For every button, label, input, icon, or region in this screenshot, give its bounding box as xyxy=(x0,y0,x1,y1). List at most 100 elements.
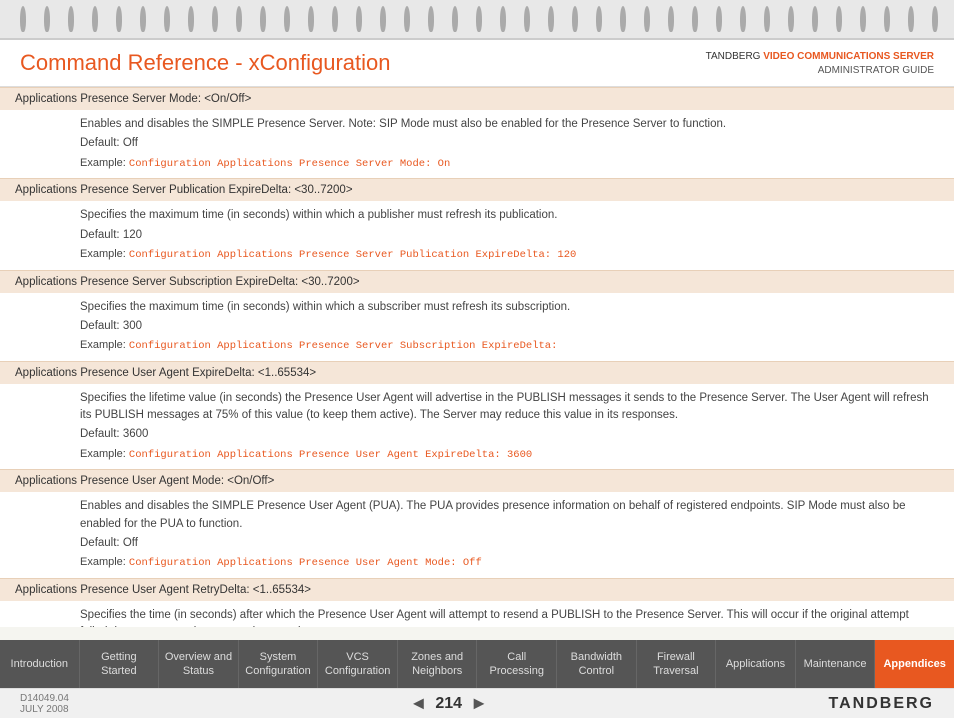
section-body-s1: Enables and disables the SIMPLE Presence… xyxy=(0,110,954,178)
brand-tandberg: TANDBERG xyxy=(706,51,764,62)
section-header-s5: Applications Presence User Agent Mode: <… xyxy=(0,469,954,492)
spiral-ring xyxy=(476,6,482,32)
next-arrow[interactable]: ► xyxy=(470,693,488,714)
spiral-ring xyxy=(428,6,434,32)
section-example: Example: Configuration Applications Pres… xyxy=(80,337,939,355)
page-header: Command Reference - xConfiguration TANDB… xyxy=(0,40,954,87)
nav-tab-applications[interactable]: Applications xyxy=(716,640,796,688)
section-example-code: Configuration Applications Presence Serv… xyxy=(129,340,557,352)
nav-tab-appendices[interactable]: Appendices xyxy=(875,640,954,688)
nav-tab-vcs-config[interactable]: VCS Configuration xyxy=(318,640,398,688)
spiral-ring xyxy=(212,6,218,32)
nav-tab-overview-status[interactable]: Overview and Status xyxy=(159,640,239,688)
spiral-ring xyxy=(500,6,506,32)
spiral-ring xyxy=(308,6,314,32)
footer-pagination: ◄ 214 ► xyxy=(410,693,488,714)
nav-tab-system-config[interactable]: System Configuration xyxy=(239,640,319,688)
nav-tab-zones-neighbors[interactable]: Zones and Neighbors xyxy=(398,640,478,688)
spiral-ring xyxy=(188,6,194,32)
spiral-ring xyxy=(236,6,242,32)
spiral-ring xyxy=(164,6,170,32)
nav-tab-getting-started[interactable]: Getting Started xyxy=(80,640,160,688)
main-content: Applications Presence Server Mode: <On/O… xyxy=(0,87,954,627)
section-example: Example: Configuration Applications Pres… xyxy=(80,446,939,464)
section-example-code: Configuration Applications Presence Serv… xyxy=(129,249,576,261)
prev-arrow[interactable]: ◄ xyxy=(410,693,428,714)
nav-tabs: IntroductionGetting StartedOverview and … xyxy=(0,640,954,688)
spiral-ring xyxy=(44,6,50,32)
spiral-ring xyxy=(332,6,338,32)
spiral-ring xyxy=(452,6,458,32)
spiral-ring xyxy=(284,6,290,32)
spiral-ring xyxy=(836,6,842,32)
footer-brand: TANDBERG xyxy=(829,695,934,713)
section-example-code: Configuration Applications Presence User… xyxy=(129,557,482,569)
spiral-ring xyxy=(116,6,122,32)
spiral-ring xyxy=(68,6,74,32)
nav-tab-maintenance[interactable]: Maintenance xyxy=(796,640,876,688)
section-description: Specifies the lifetime value (in seconds… xyxy=(80,390,939,425)
section-description: Specifies the maximum time (in seconds) … xyxy=(80,207,939,224)
spiral-ring xyxy=(668,6,674,32)
spiral-ring xyxy=(764,6,770,32)
spiral-ring xyxy=(524,6,530,32)
spiral-ring xyxy=(140,6,146,32)
section-body-s6: Specifies the time (in seconds) after wh… xyxy=(0,601,954,627)
spiral-ring xyxy=(92,6,98,32)
spiral-ring xyxy=(644,6,650,32)
section-example-code: Configuration Applications Presence Serv… xyxy=(129,158,450,170)
brand-line2: ADMINISTRATOR GUIDE xyxy=(706,64,934,78)
spiral-ring xyxy=(404,6,410,32)
spiral-ring xyxy=(812,6,818,32)
spiral-ring xyxy=(932,6,938,32)
section-header-s6: Applications Presence User Agent RetryDe… xyxy=(0,578,954,601)
brand-line1: TANDBERG VIDEO COMMUNICATIONS SERVER xyxy=(706,50,934,64)
spiral-ring xyxy=(572,6,578,32)
footer-doc-info: D14049.04 JULY 2008 xyxy=(20,693,69,715)
spiral-ring xyxy=(716,6,722,32)
section-description: Specifies the maximum time (in seconds) … xyxy=(80,299,939,316)
section-header-s3: Applications Presence Server Subscriptio… xyxy=(0,270,954,293)
footer-doc-id: D14049.04 xyxy=(20,693,69,704)
section-example-code: Configuration Applications Presence User… xyxy=(129,449,532,461)
page-number: 214 xyxy=(435,695,462,713)
page-footer: D14049.04 JULY 2008 ◄ 214 ► TANDBERG xyxy=(0,688,954,718)
spiral-ring xyxy=(740,6,746,32)
section-description: Specifies the time (in seconds) after wh… xyxy=(80,607,939,627)
section-header-s4: Applications Presence User Agent ExpireD… xyxy=(0,361,954,384)
spiral-ring xyxy=(20,6,26,32)
section-header-s2: Applications Presence Server Publication… xyxy=(0,178,954,201)
spiral-ring xyxy=(548,6,554,32)
section-default: Default: 300 xyxy=(80,318,939,335)
bottom-navigation: IntroductionGetting StartedOverview and … xyxy=(0,640,954,688)
nav-tab-bandwidth-control[interactable]: Bandwidth Control xyxy=(557,640,637,688)
section-body-s5: Enables and disables the SIMPLE Presence… xyxy=(0,492,954,578)
section-body-s2: Specifies the maximum time (in seconds) … xyxy=(0,201,954,269)
spiral-ring xyxy=(596,6,602,32)
page-title: Command Reference - xConfiguration xyxy=(20,50,391,76)
brand-highlight: VIDEO COMMUNICATIONS SERVER xyxy=(763,51,934,62)
section-example: Example: Configuration Applications Pres… xyxy=(80,246,939,264)
spiral-ring xyxy=(908,6,914,32)
spiral-ring xyxy=(260,6,266,32)
spiral-ring xyxy=(692,6,698,32)
section-default: Default: 120 xyxy=(80,227,939,244)
nav-tab-call-processing[interactable]: Call Processing xyxy=(477,640,557,688)
spiral-ring xyxy=(356,6,362,32)
section-default: Default: Off xyxy=(80,135,939,152)
spiral-ring xyxy=(620,6,626,32)
section-description: Enables and disables the SIMPLE Presence… xyxy=(80,498,939,533)
section-example: Example: Configuration Applications Pres… xyxy=(80,155,939,173)
section-description: Enables and disables the SIMPLE Presence… xyxy=(80,116,939,133)
nav-tab-firewall-traversal[interactable]: Firewall Traversal xyxy=(637,640,717,688)
section-default: Default: Off xyxy=(80,535,939,552)
footer-date: JULY 2008 xyxy=(20,704,69,715)
nav-tab-introduction[interactable]: Introduction xyxy=(0,640,80,688)
section-body-s3: Specifies the maximum time (in seconds) … xyxy=(0,293,954,361)
section-body-s4: Specifies the lifetime value (in seconds… xyxy=(0,384,954,470)
section-header-s1: Applications Presence Server Mode: <On/O… xyxy=(0,87,954,110)
spiral-ring xyxy=(380,6,386,32)
spiral-ring xyxy=(860,6,866,32)
spiral-ring xyxy=(884,6,890,32)
spiral-ring xyxy=(788,6,794,32)
